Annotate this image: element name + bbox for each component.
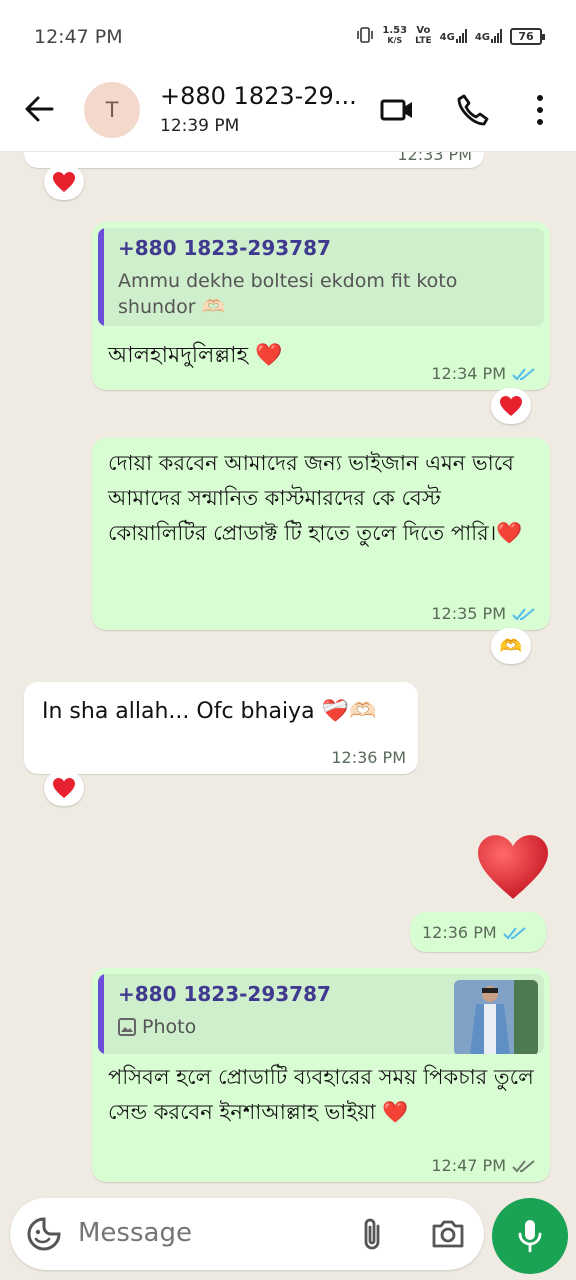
read-ticks-icon <box>512 367 535 380</box>
heart-icon <box>500 396 522 416</box>
volte-lte: LTE <box>415 36 432 46</box>
status-icons: 1.53 K/S Vo LTE 4G 4G 76 <box>356 25 545 47</box>
signal-2-label: 4G <box>474 32 490 43</box>
signal-2: 4G <box>475 29 502 43</box>
network-speed-unit: K/S <box>387 36 403 45</box>
back-arrow-icon[interactable] <box>22 92 56 126</box>
network-speed-value: 1.53 <box>382 25 408 36</box>
mic-icon <box>518 1220 542 1253</box>
signal-bars-icon <box>491 29 502 43</box>
big-heart-icon <box>478 835 548 899</box>
message-time: 12:36 PM <box>422 923 527 942</box>
heart-icon <box>53 172 75 192</box>
message-text: আলহামদুলিল্লাহ ❤️ <box>108 343 283 368</box>
read-ticks-icon <box>512 607 535 620</box>
message-text: In sha allah... Ofc bhaiya ❤️‍🩹🫶🏻 <box>42 699 377 724</box>
message-text: পসিবল হলে প্রোডাটি ব্যবহারের সময় পিকচার… <box>108 1065 534 1124</box>
message-bubble[interactable]: +880 1823-293787 Photo পসিবল হলে প্রোডাট… <box>92 968 550 1182</box>
chat-area[interactable]: 12:33 PM +880 1823-293787 Ammu dekhe bol… <box>0 152 576 1192</box>
message-time-text: 12:35 PM <box>431 604 506 623</box>
message-time-text: 12:33 PM <box>397 152 472 164</box>
vibrate-icon <box>356 26 374 46</box>
volte-vo: Vo <box>416 25 431 36</box>
message-time: 12:47 PM <box>431 1156 536 1175</box>
avatar[interactable]: T <box>84 82 140 138</box>
message-text: দোয়া করবেন আমাদের জন্য ভাইজান এমন ভাবে … <box>108 451 523 545</box>
read-ticks-icon <box>502 926 526 939</box>
mic-button[interactable] <box>492 1198 568 1274</box>
message-time-text: 12:47 PM <box>431 1156 506 1175</box>
chat-header: T +880 1823-29... 12:39 PM <box>0 70 576 152</box>
message-bubble[interactable]: দোয়া করবেন আমাদের জন্য ভাইজান এমন ভাবে … <box>92 438 550 630</box>
reaction-badge[interactable] <box>491 388 531 424</box>
network-speed: 1.53 K/S <box>382 26 407 46</box>
quoted-message[interactable]: +880 1823-293787 Photo <box>98 974 544 1054</box>
status-bar: 12:47 PM 1.53 K/S Vo LTE 4G 4G 76 <box>0 0 576 70</box>
message-time-text: 12:36 PM <box>331 748 406 767</box>
heart-icon <box>53 778 75 798</box>
volte-indicator: Vo LTE <box>415 25 432 47</box>
heart-hands-icon: 🫶 <box>499 635 523 657</box>
reaction-badge[interactable]: 🫶 <box>491 628 531 664</box>
quoted-photo-label: Photo <box>142 1016 197 1038</box>
message-bubble[interactable]: +880 1823-293787 Ammu dekhe boltesi ekdo… <box>92 222 550 390</box>
video-call-icon[interactable] <box>379 92 415 128</box>
signal-bars-icon <box>455 29 467 43</box>
signal-1: 4G <box>440 29 467 43</box>
message-time-text: 12:36 PM <box>422 923 497 942</box>
reaction-badge[interactable] <box>44 164 84 200</box>
emoji-icon[interactable] <box>26 1216 62 1252</box>
photo-icon <box>118 1018 136 1036</box>
message-time: 12:36 PM <box>331 748 406 767</box>
emoji-message[interactable] <box>474 832 552 902</box>
status-time: 12:47 PM <box>34 26 123 48</box>
message-composer <box>10 1198 484 1270</box>
message-time-text: 12:34 PM <box>431 364 506 383</box>
battery-icon: 76 <box>510 27 545 45</box>
quoted-text: Ammu dekhe boltesi ekdom fit koto shundo… <box>118 270 458 318</box>
last-seen: 12:39 PM <box>160 116 240 136</box>
phone-icon[interactable] <box>455 92 491 128</box>
reaction-badge[interactable] <box>44 770 84 806</box>
quoted-photo-thumbnail <box>454 980 538 1054</box>
time-pill: 12:36 PM <box>410 912 546 952</box>
message-time: 12:33 PM <box>397 152 472 164</box>
quoted-author: +880 1823-293787 <box>118 982 331 1006</box>
contact-name[interactable]: +880 1823-29... <box>160 82 357 110</box>
message-time: 12:34 PM <box>431 364 536 383</box>
delivered-ticks-icon <box>512 1159 535 1172</box>
quoted-author: +880 1823-293787 <box>118 236 331 260</box>
quoted-message[interactable]: +880 1823-293787 Ammu dekhe boltesi ekdo… <box>98 228 544 326</box>
message-time: 12:35 PM <box>431 604 536 623</box>
camera-icon[interactable] <box>430 1218 466 1250</box>
message-bubble[interactable]: 12:33 PM <box>24 152 484 168</box>
attach-icon[interactable] <box>356 1216 390 1254</box>
signal-1-label: 4G <box>439 32 455 43</box>
message-input[interactable] <box>78 1218 338 1248</box>
quoted-text: Photo <box>118 1014 196 1040</box>
more-vert-icon[interactable] <box>526 92 554 128</box>
message-bubble[interactable]: In sha allah... Ofc bhaiya ❤️‍🩹🫶🏻 12:36 … <box>24 682 418 774</box>
